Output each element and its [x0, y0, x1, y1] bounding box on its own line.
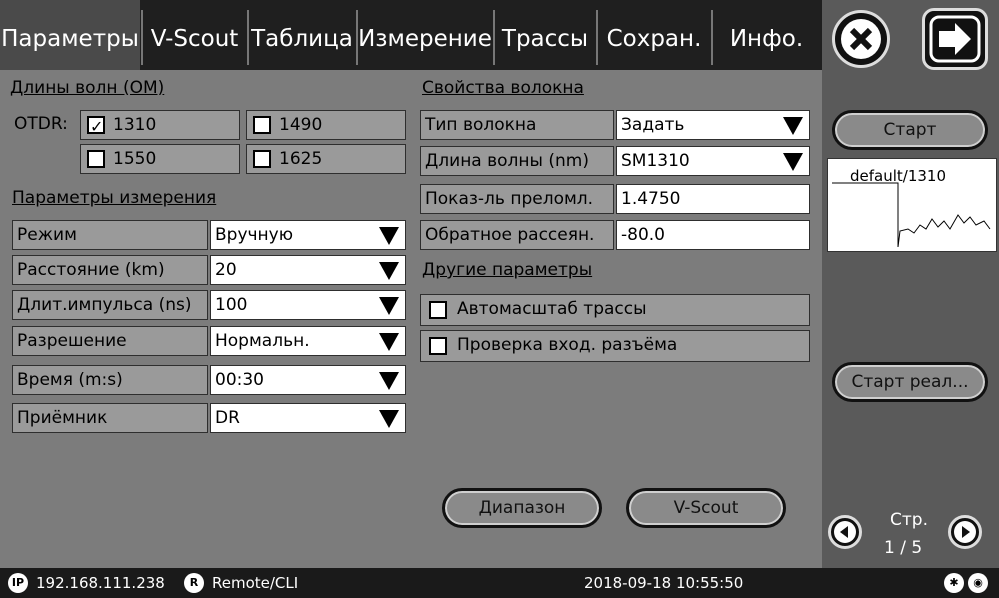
- start-button[interactable]: Старт: [832, 110, 988, 150]
- wavelength-nm-select[interactable]: SM1310: [616, 146, 810, 176]
- wavelength-1310[interactable]: 1310: [80, 110, 240, 140]
- range-button[interactable]: Диапазон: [442, 488, 602, 528]
- dropdown-arrow-icon: [379, 262, 399, 280]
- pulse-width-label: Длит.импульса (ns): [12, 290, 208, 320]
- trace-graph: [832, 182, 991, 248]
- wavelength-nm-value: SM1310: [621, 151, 690, 171]
- time-select[interactable]: 00:30: [210, 365, 406, 395]
- receiver-select[interactable]: DR: [210, 403, 406, 433]
- autoscale-checkbox[interactable]: [429, 301, 447, 319]
- dropdown-arrow-icon: [379, 297, 399, 315]
- pulse-width-select[interactable]: 100: [210, 290, 406, 320]
- checkbox-1550[interactable]: [87, 150, 105, 168]
- distance-label: Расстояние (km): [12, 255, 208, 285]
- refractive-index-label: Показ-ль преломл.: [420, 184, 614, 214]
- status-bar: IP 192.168.111.238 R Remote/CLI 2018-09-…: [0, 568, 999, 598]
- wifi-icon: ◉: [968, 573, 988, 593]
- tab-table[interactable]: Таблица: [249, 0, 355, 70]
- tab-info[interactable]: Инфо.: [713, 0, 820, 70]
- right-panel: Старт: [822, 0, 999, 568]
- distance-select[interactable]: 20: [210, 255, 406, 285]
- arrow-right-icon: [929, 15, 981, 63]
- remote-status: Remote/CLI: [212, 574, 299, 592]
- wavelength-1550-label: 1550: [113, 149, 157, 169]
- next-page-button[interactable]: [948, 515, 982, 549]
- close-icon: [841, 19, 881, 59]
- tab-bar: Параметры V-Scout Таблица Измерение Трас…: [0, 0, 822, 70]
- prev-page-button[interactable]: [828, 515, 862, 549]
- otdr-label: OTDR:: [14, 114, 68, 134]
- page-label: Стр.: [890, 510, 928, 530]
- refractive-index-input[interactable]: 1.4750: [616, 184, 810, 214]
- wavelengths-title: Длины волн (ОМ): [10, 78, 165, 98]
- tab-save[interactable]: Сохран.: [598, 0, 710, 70]
- wavelength-1550[interactable]: 1550: [80, 144, 240, 174]
- pulse-width-value: 100: [215, 295, 248, 315]
- wavelength-nm-label: Длина волны (nm): [420, 146, 614, 176]
- page-indicator: 1 / 5: [884, 538, 923, 558]
- wavelength-1625-label: 1625: [279, 149, 323, 169]
- main-panel: Длины волн (ОМ) OTDR: 1310 1490 1550 162…: [0, 70, 822, 568]
- checkbox-1625[interactable]: [253, 150, 271, 168]
- wavelength-1310-label: 1310: [113, 115, 157, 135]
- backscatter-label: Обратное рассеян.: [420, 220, 614, 250]
- network-icon: IP: [8, 573, 28, 593]
- exit-button[interactable]: [922, 8, 988, 70]
- receiver-value: DR: [215, 408, 240, 428]
- autoscale-option[interactable]: Автомасштаб трассы: [420, 294, 810, 326]
- bluetooth-icon: ✱: [944, 573, 964, 593]
- tab-measurement[interactable]: Измерение: [358, 0, 492, 70]
- mode-value: Вручную: [215, 225, 294, 245]
- remote-icon: R: [184, 573, 204, 593]
- dropdown-arrow-icon: [379, 410, 399, 428]
- backscatter-input[interactable]: -80.0: [616, 220, 810, 250]
- chevron-right-icon: [954, 521, 976, 543]
- datetime: 2018-09-18 10:55:50: [584, 574, 744, 592]
- tab-parameters[interactable]: Параметры: [0, 0, 140, 70]
- fiber-title: Свойства волокна: [422, 78, 584, 98]
- other-title: Другие параметры: [422, 260, 593, 280]
- fiber-type-select[interactable]: Задать: [616, 110, 810, 140]
- fiber-type-label: Тип волокна: [420, 110, 614, 140]
- resolution-select[interactable]: Нормальн.: [210, 326, 406, 356]
- tab-vscout[interactable]: V-Scout: [143, 0, 246, 70]
- dropdown-arrow-icon: [379, 227, 399, 245]
- distance-value: 20: [215, 260, 237, 280]
- resolution-label: Разрешение: [12, 326, 208, 356]
- autoscale-label: Автомасштаб трассы: [457, 299, 647, 319]
- wavelength-1490[interactable]: 1490: [246, 110, 406, 140]
- ip-address: 192.168.111.238: [36, 574, 165, 592]
- time-label: Время (m:s): [12, 365, 208, 395]
- dropdown-arrow-icon: [783, 153, 803, 171]
- connector-check-label: Проверка вход. разъёма: [457, 335, 678, 355]
- trace-preview[interactable]: default/1310: [827, 158, 997, 252]
- connector-check-option[interactable]: Проверка вход. разъёма: [420, 330, 810, 362]
- dropdown-arrow-icon: [783, 117, 803, 135]
- wavelength-1490-label: 1490: [279, 115, 323, 135]
- connector-check-checkbox[interactable]: [429, 337, 447, 355]
- wavelength-1625[interactable]: 1625: [246, 144, 406, 174]
- fiber-type-value: Задать: [621, 115, 685, 135]
- close-button[interactable]: [832, 10, 890, 68]
- tab-traces[interactable]: Трассы: [495, 0, 595, 70]
- resolution-value: Нормальн.: [215, 331, 310, 351]
- start-realtime-button[interactable]: Старт реал...: [832, 362, 988, 402]
- dropdown-arrow-icon: [379, 372, 399, 390]
- vscout-button[interactable]: V-Scout: [626, 488, 786, 528]
- mode-label: Режим: [12, 220, 208, 250]
- checkbox-1310[interactable]: [87, 113, 105, 139]
- mode-select[interactable]: Вручную: [210, 220, 406, 250]
- checkbox-1490[interactable]: [253, 116, 271, 134]
- time-value: 00:30: [215, 370, 264, 390]
- measure-title: Параметры измерения: [12, 188, 217, 208]
- chevron-left-icon: [834, 521, 856, 543]
- dropdown-arrow-icon: [379, 333, 399, 351]
- receiver-label: Приёмник: [12, 403, 208, 433]
